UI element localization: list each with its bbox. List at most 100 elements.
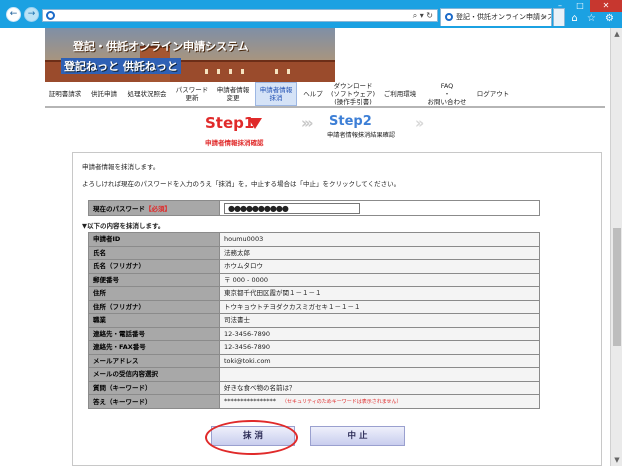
- highlight-circle: [205, 420, 298, 455]
- row-value: [219, 367, 540, 382]
- row-value: トウキョウトチヨダクカスミガセキ１－１－１: [219, 299, 540, 314]
- ie-logo-icon: [46, 11, 55, 20]
- required-badge: 【必須】: [145, 205, 171, 213]
- nav-item-deposit[interactable]: 供託申請: [87, 82, 121, 106]
- password-cell: ●●●●●●●●●●: [219, 200, 540, 216]
- site-banner: 登記・供託オンライン申請システム 登記ねっと 供託ねっと: [45, 28, 335, 82]
- address-controls[interactable]: ⌕ ▾ ↻: [413, 10, 433, 22]
- address-bar[interactable]: ⌕ ▾ ↻: [42, 9, 438, 22]
- step-end-chevron-icon: ››: [415, 114, 425, 132]
- instruction-message: よろしければ現在のパスワードを入力のうえ「抹消」を，中止する場合は「中止」をクリ…: [82, 180, 401, 188]
- step1-label: Step1: [205, 114, 255, 132]
- row-value: 法務太郎: [219, 245, 540, 260]
- row-label: 答え（キーワード）: [88, 394, 220, 409]
- nav-item-help[interactable]: ヘルプ: [299, 82, 327, 106]
- step2-caption: 申請者情報抹消結果確認: [327, 132, 396, 139]
- table-row: 連絡先・電話番号 12-3456-7890: [88, 326, 540, 341]
- table-row: 答え（キーワード） **************** （セキュリティのためキーワード…: [88, 394, 540, 409]
- window-decor: [275, 69, 278, 74]
- table-row: 氏名（フリガナ） ホウムタロウ: [88, 259, 540, 274]
- table-row: 郵便番号〒 000 - 0000: [88, 272, 540, 287]
- row-value: 司法書士: [219, 313, 540, 328]
- password-label: 現在のパスワード【必須】: [88, 200, 220, 216]
- row-label: メールの受信内容選択: [88, 367, 220, 382]
- site-subtitle: 登記ねっと 供託ねっと: [61, 58, 181, 74]
- row-label: 住所: [88, 286, 220, 301]
- row-label: メールアドレス: [88, 353, 220, 368]
- password-label-text: 現在のパスワード: [93, 205, 145, 213]
- row-value: 〒 000 - 0000: [219, 272, 540, 287]
- row-label: 連絡先・電話番号: [88, 326, 220, 341]
- nav-item-faq[interactable]: FAQ ・ お問い合わせ: [423, 82, 471, 106]
- tab-title: 登記・供託オンライン申請シス...: [456, 13, 552, 21]
- details-table: 申請者ID houmu0003 氏名 法務太郎 氏名（フリガナ） ホウムタロウ 郵便番…: [88, 232, 540, 409]
- site-title: 登記・供託オンライン申請システム: [73, 40, 249, 53]
- cancel-button[interactable]: 中 止: [310, 426, 405, 446]
- scroll-thumb[interactable]: [613, 228, 621, 346]
- toolbar-icons[interactable]: ⌂ ☆ ⚙: [571, 13, 617, 24]
- password-input[interactable]: ●●●●●●●●●●: [224, 202, 360, 214]
- minimize-button[interactable]: –: [550, 0, 570, 12]
- nav-item-password[interactable]: パスワード 更新: [173, 82, 211, 106]
- info-message: 申請者情報を抹消します。: [82, 163, 160, 171]
- row-value: ホウムタロウ: [219, 259, 540, 274]
- window-decor: [241, 69, 244, 74]
- table-row: 連絡先・FAX番号 12-3456-7890: [88, 340, 540, 355]
- row-label: 連絡先・FAX番号: [88, 340, 220, 355]
- tab-close-icon[interactable]: ×: [541, 9, 547, 25]
- back-icon[interactable]: ←: [6, 7, 21, 22]
- window-decor: [205, 69, 208, 74]
- browser-titlebar: ← → ⌕ ▾ ↻ 登記・供託オンライン申請シス... × – □ ✕ ⌂ ☆ ⚙: [0, 0, 622, 28]
- step1-caption: 申請者情報抹消確認: [205, 139, 264, 147]
- row-label: 質問（キーワード）: [88, 380, 220, 395]
- window-decor: [217, 69, 220, 74]
- table-row: 申請者ID houmu0003: [88, 232, 540, 247]
- row-label: 職業: [88, 313, 220, 328]
- nav-item-change-info[interactable]: 申請者情報 変更: [213, 82, 253, 106]
- step2-label: Step2: [329, 114, 372, 129]
- table-row: メールの受信内容選択: [88, 367, 540, 382]
- row-value: houmu0003: [219, 232, 540, 247]
- row-label: 郵便番号: [88, 272, 220, 287]
- close-window-button[interactable]: ✕: [590, 0, 622, 12]
- row-value-cell: **************** （セキュリティのためキーワードは表示されません）: [219, 394, 540, 409]
- table-row: 住所（フリガナ） トウキョウトチヨダクカスミガセキ１－１－１: [88, 299, 540, 314]
- table-row: 住所 東京都千代田区霞が関１－１－１: [88, 286, 540, 301]
- window-decor: [287, 69, 290, 74]
- nav-item-delete-info[interactable]: 申請者情報 抹消: [255, 82, 297, 106]
- maximize-button[interactable]: □: [570, 0, 590, 12]
- scroll-up-icon[interactable]: ▲: [611, 30, 622, 38]
- nav-item-status[interactable]: 処理状況照会: [123, 82, 171, 106]
- table-row: 質問（キーワード） 好きな食べ物の名前は？: [88, 380, 540, 395]
- nav-item-certificate[interactable]: 証明書請求: [45, 82, 85, 106]
- row-value: 好きな食べ物の名前は？: [219, 380, 540, 395]
- row-label: 氏名: [88, 245, 220, 260]
- row-value: 12-3456-7890: [219, 326, 540, 341]
- password-table: 現在のパスワード【必須】 ●●●●●●●●●●: [88, 200, 540, 216]
- security-note: （セキュリティのためキーワードは表示されません）: [282, 399, 402, 405]
- table-row: 職業 司法書士: [88, 313, 540, 328]
- nav-item-environment[interactable]: ご利用環境: [379, 82, 421, 106]
- tab-ie-icon: [445, 13, 453, 21]
- nav-item-logout[interactable]: ログアウト: [473, 82, 513, 106]
- step-indicator: Step1 申請者情報抹消確認 ››› Step2 申請者情報抹消結果確認 ››: [205, 112, 455, 148]
- row-value: toki@toki.com: [219, 353, 540, 368]
- table-row: メールアドレス toki@toki.com: [88, 353, 540, 368]
- window-buttons: – □ ✕: [550, 0, 622, 12]
- vertical-scrollbar[interactable]: ▲ ▼: [610, 28, 622, 466]
- row-value: 12-3456-7890: [219, 340, 540, 355]
- step-chevron-icon: ›››: [301, 114, 313, 132]
- forward-icon[interactable]: →: [24, 7, 39, 22]
- row-label: 申請者ID: [88, 232, 220, 247]
- row-value: ****************: [224, 397, 276, 405]
- row-value: 東京都千代田区霞が関１－１－１: [219, 286, 540, 301]
- row-label: 住所（フリガナ）: [88, 299, 220, 314]
- table-row: 氏名 法務太郎: [88, 245, 540, 260]
- browser-tab[interactable]: 登記・供託オンライン申請シス... ×: [440, 8, 552, 26]
- main-nav: 証明書請求 供託申請 処理状況照会 パスワード 更新 申請者情報 変更 申請者情…: [45, 82, 605, 108]
- nav-item-download[interactable]: ダウンロード (ソフトウェア) (操作手引書): [329, 82, 377, 106]
- current-step-arrow-icon: [248, 118, 262, 129]
- scroll-down-icon[interactable]: ▼: [611, 456, 622, 464]
- delete-notice: ▼以下の内容を抹消します。: [82, 222, 165, 230]
- window-decor: [229, 69, 232, 74]
